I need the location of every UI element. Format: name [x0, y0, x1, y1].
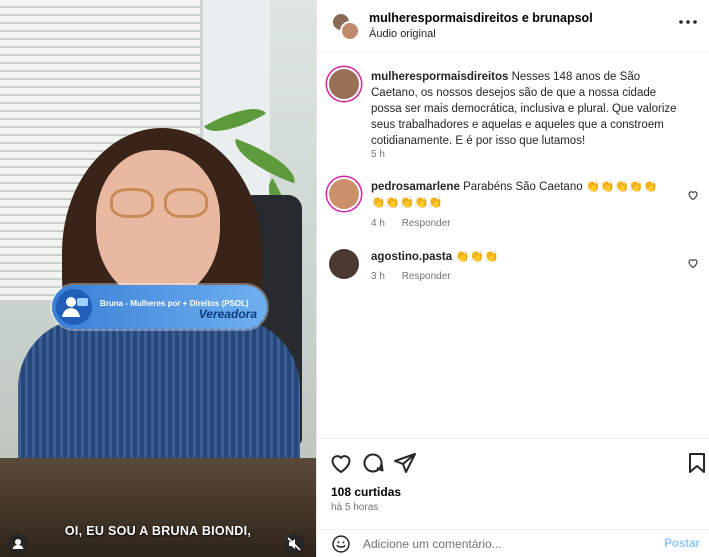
comment-username[interactable]: agostino.pasta: [371, 251, 452, 263]
avatar[interactable]: [329, 69, 359, 99]
avatar[interactable]: [329, 249, 359, 279]
add-comment-bar: Postar: [317, 529, 709, 557]
avatar: [340, 21, 360, 41]
reel-video[interactable]: Bruna - Mulheres por + Direitos (PSOL) V…: [0, 0, 316, 557]
post-side-panel: mulherespormaisdireitos e brunapsol Áudi…: [316, 0, 709, 557]
tagged-users-button[interactable]: [8, 534, 28, 554]
comment-meta: 4 h Responder: [371, 218, 465, 229]
comment-body: agostino.pasta 👏👏👏: [371, 249, 689, 265]
emoji-icon[interactable]: [331, 534, 351, 554]
comment-time: 5 h: [371, 149, 385, 160]
more-horizontal-icon: [679, 20, 697, 24]
share-icon[interactable]: [393, 451, 417, 475]
comment-meta: 3 h Responder: [371, 271, 465, 282]
reply-button[interactable]: Responder: [402, 271, 451, 282]
lower-third-role: Vereadora: [198, 307, 257, 321]
user-icon: [12, 539, 24, 549]
post-time: há 5 horas: [331, 502, 379, 513]
comment-body: mulherespormaisdireitos Nesses 148 anos …: [371, 69, 689, 149]
comment-time: 3 h: [371, 271, 385, 282]
mute-button[interactable]: [284, 534, 304, 554]
glasses: [110, 188, 208, 220]
comment-time: 4 h: [371, 218, 385, 229]
lower-third-banner: Bruna - Mulheres por + Direitos (PSOL) V…: [52, 285, 267, 329]
like-comment-heart-icon[interactable]: [687, 189, 699, 201]
comment-input[interactable]: [363, 534, 643, 554]
desk: [0, 458, 316, 557]
comment-text: 👏👏👏: [455, 251, 499, 263]
speaker-muted-icon: [287, 537, 301, 551]
comment-username[interactable]: mulherespormaisdireitos: [371, 71, 508, 83]
post-actions: 108 curtidas há 5 horas: [317, 438, 709, 528]
comment-username[interactable]: pedrosamarlene: [371, 181, 460, 193]
comments-list[interactable]: mulherespormaisdireitos Nesses 148 anos …: [317, 53, 709, 437]
post-button[interactable]: Postar: [664, 538, 700, 550]
collab-avatars[interactable]: [331, 12, 360, 41]
avatar[interactable]: [329, 179, 359, 209]
likes-count[interactable]: 108 curtidas: [331, 485, 401, 499]
comment-meta: 5 h: [371, 149, 399, 160]
post-authors[interactable]: mulherespormaisdireitos e brunapsol: [369, 11, 593, 25]
video-subtitle: OI, EU SOU A BRUNA BIONDI,: [64, 524, 252, 538]
more-options-button[interactable]: [676, 12, 700, 32]
reply-button[interactable]: Responder: [402, 218, 451, 229]
heart-icon[interactable]: [329, 451, 353, 475]
post-header: mulherespormaisdireitos e brunapsol Áudi…: [317, 0, 709, 52]
comment-icon[interactable]: [361, 451, 385, 475]
comment-body: pedrosamarlene Parabéns São Caetano 👏👏👏👏…: [371, 179, 671, 211]
like-comment-heart-icon[interactable]: [687, 257, 699, 269]
bookmark-icon[interactable]: [685, 451, 709, 475]
chat-person-icon: [56, 289, 92, 325]
person-face: [96, 150, 220, 300]
audio-label[interactable]: Áudio original: [369, 28, 436, 40]
